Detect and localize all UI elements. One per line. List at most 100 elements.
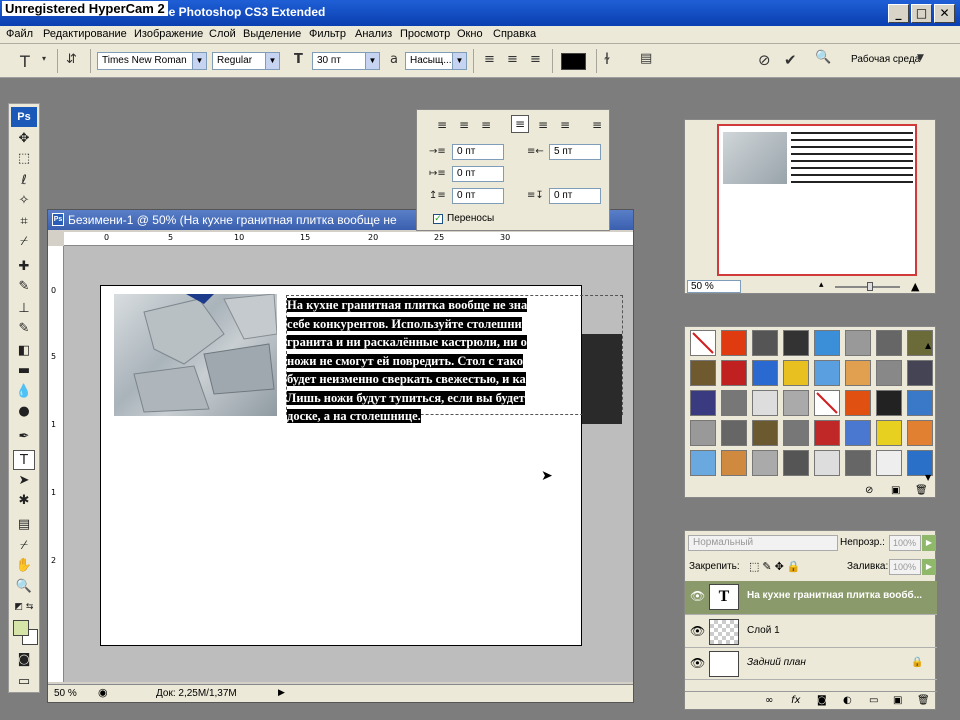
menu-select[interactable]: Выделение xyxy=(243,28,301,40)
path-selection-tool-icon[interactable]: ➤ xyxy=(13,471,35,491)
eyedropper-tool-icon[interactable]: ⌿ xyxy=(13,232,35,252)
eye-icon[interactable]: 👁 xyxy=(690,624,705,638)
justify-last-left-icon[interactable]: ≡ xyxy=(511,115,530,133)
clone-stamp-tool-icon[interactable]: ⊥ xyxy=(13,299,35,319)
style-swatch[interactable] xyxy=(783,450,809,476)
layer-row-text[interactable]: 👁 T На кухне гранитная плитка вообб... xyxy=(685,581,937,615)
delete-style-icon[interactable]: 🗑 xyxy=(915,485,928,496)
magic-wand-tool-icon[interactable]: ✧ xyxy=(13,191,35,211)
style-swatch[interactable] xyxy=(721,450,747,476)
pen-tool-icon[interactable]: ✒ xyxy=(13,427,35,447)
ps-logo[interactable]: Ps xyxy=(11,107,37,127)
eyedropper2-tool-icon[interactable]: ⌿ xyxy=(13,536,35,556)
justify-all-icon[interactable]: ≡ xyxy=(592,118,602,132)
adjustment-layer-icon[interactable]: ◐ xyxy=(843,695,852,706)
style-swatch[interactable] xyxy=(907,360,933,386)
new-style-icon[interactable]: ▣ xyxy=(891,485,900,496)
style-swatch[interactable] xyxy=(783,390,809,416)
default-colors-icon[interactable]: ◩ ⇆ xyxy=(13,597,35,617)
font-family-select[interactable]: Times New Roman ▼ xyxy=(97,52,207,70)
clear-style-icon[interactable]: ⊘ xyxy=(865,485,873,496)
navigator-thumbnail[interactable] xyxy=(717,124,917,276)
layer-mask-icon[interactable]: ◙ xyxy=(817,695,827,706)
style-swatch[interactable] xyxy=(845,420,871,446)
blur-tool-icon[interactable]: 💧 xyxy=(13,382,35,402)
foreground-color-swatch[interactable] xyxy=(13,620,29,636)
fill-arrow-icon[interactable]: ▶ xyxy=(922,559,936,575)
align-center-icon[interactable]: ≡ xyxy=(459,118,469,132)
space-after-field[interactable]: 0 пт xyxy=(549,188,601,204)
blend-mode-select[interactable]: Нормальный xyxy=(688,535,838,551)
menu-help[interactable]: Справка xyxy=(493,28,536,40)
eye-icon[interactable]: 👁 xyxy=(690,656,705,670)
minimize-button[interactable]: _ xyxy=(888,4,909,23)
document-page[interactable]: На кухне гранитная плитка вообще не зна … xyxy=(100,285,623,646)
workspace-arrow-icon[interactable]: ▼ xyxy=(917,53,924,63)
style-swatch[interactable] xyxy=(845,390,871,416)
font-style-select[interactable]: Regular ▼ xyxy=(212,52,280,70)
new-group-icon[interactable]: ▭ xyxy=(869,695,878,706)
justify-last-right-icon[interactable]: ≡ xyxy=(560,118,570,132)
file-browser-icon[interactable]: 🔍 xyxy=(815,50,831,65)
healing-brush-tool-icon[interactable]: ✚ xyxy=(13,257,35,277)
opacity-field[interactable]: 100% xyxy=(889,535,921,551)
type-tool-icon[interactable]: T xyxy=(13,450,35,470)
style-swatch[interactable] xyxy=(814,450,840,476)
style-swatch[interactable] xyxy=(690,360,716,386)
style-swatch[interactable] xyxy=(752,330,778,356)
style-swatch[interactable] xyxy=(783,330,809,356)
palettes-icon[interactable]: ▤ xyxy=(640,51,652,66)
style-swatch[interactable] xyxy=(845,360,871,386)
workspace-button[interactable]: Рабочая среда xyxy=(851,54,920,65)
justify-last-center-icon[interactable]: ≡ xyxy=(538,118,548,132)
align-right-icon[interactable]: ≡ xyxy=(530,52,541,67)
style-swatch[interactable] xyxy=(845,330,871,356)
style-swatch[interactable] xyxy=(876,390,902,416)
space-before-field[interactable]: 0 пт xyxy=(452,188,504,204)
gradient-tool-icon[interactable]: ▬ xyxy=(13,361,35,381)
notes-tool-icon[interactable]: ▤ xyxy=(13,515,35,535)
style-swatch[interactable] xyxy=(752,450,778,476)
style-swatch[interactable] xyxy=(876,420,902,446)
marquee-tool-icon[interactable]: ⬚ xyxy=(13,149,35,169)
text-color-swatch[interactable] xyxy=(561,53,586,70)
style-swatch[interactable] xyxy=(814,420,840,446)
right-indent-field[interactable]: 5 пт xyxy=(549,144,601,160)
dodge-tool-icon[interactable]: ● xyxy=(13,402,35,422)
text-layer-box[interactable]: На кухне гранитная плитка вообще не зна … xyxy=(286,295,623,423)
style-swatch[interactable] xyxy=(690,420,716,446)
style-swatch[interactable] xyxy=(907,420,933,446)
align-right-icon[interactable]: ≡ xyxy=(481,118,491,132)
menu-filter[interactable]: Фильтр xyxy=(309,28,346,40)
canvas-area[interactable]: На кухне гранитная плитка вообще не зна … xyxy=(64,246,633,682)
style-swatch[interactable] xyxy=(752,420,778,446)
warp-text-icon[interactable]: ɫ xyxy=(604,50,610,68)
style-swatch[interactable] xyxy=(814,360,840,386)
layer-style-icon[interactable]: fx xyxy=(791,695,800,706)
cancel-icon[interactable]: ⊘ xyxy=(758,51,771,69)
style-swatch[interactable] xyxy=(690,450,716,476)
history-brush-tool-icon[interactable]: ✎ xyxy=(13,319,35,339)
style-swatch[interactable] xyxy=(876,330,902,356)
custom-shape-tool-icon[interactable]: ✱ xyxy=(13,491,35,511)
align-center-icon[interactable]: ≡ xyxy=(507,52,518,67)
lock-icons[interactable]: ⬚✎✥🔒 xyxy=(749,560,804,573)
style-swatch[interactable] xyxy=(814,390,840,416)
scroll-up-icon[interactable]: ▲ xyxy=(925,341,931,350)
navigator-zoom-field[interactable]: 50 % xyxy=(687,280,741,293)
align-left-icon[interactable]: ≡ xyxy=(437,118,447,132)
zoom-slider-handle[interactable] xyxy=(867,282,873,291)
font-size-select[interactable]: 30 пт ▼ xyxy=(312,52,380,70)
align-left-icon[interactable]: ≡ xyxy=(484,52,495,67)
left-indent-field[interactable]: 0 пт xyxy=(452,144,504,160)
style-swatch[interactable] xyxy=(783,420,809,446)
menu-image[interactable]: Изображение xyxy=(134,28,203,40)
brush-tool-icon[interactable]: ✎ xyxy=(13,277,35,297)
zoom-out-icon[interactable]: ▴ xyxy=(819,280,824,290)
antialias-select[interactable]: Насыщ... ▼ xyxy=(405,52,467,70)
style-swatch[interactable] xyxy=(690,330,716,356)
style-swatch[interactable] xyxy=(721,390,747,416)
style-swatch[interactable] xyxy=(721,420,747,446)
style-swatch[interactable] xyxy=(845,450,871,476)
style-swatch[interactable] xyxy=(876,450,902,476)
